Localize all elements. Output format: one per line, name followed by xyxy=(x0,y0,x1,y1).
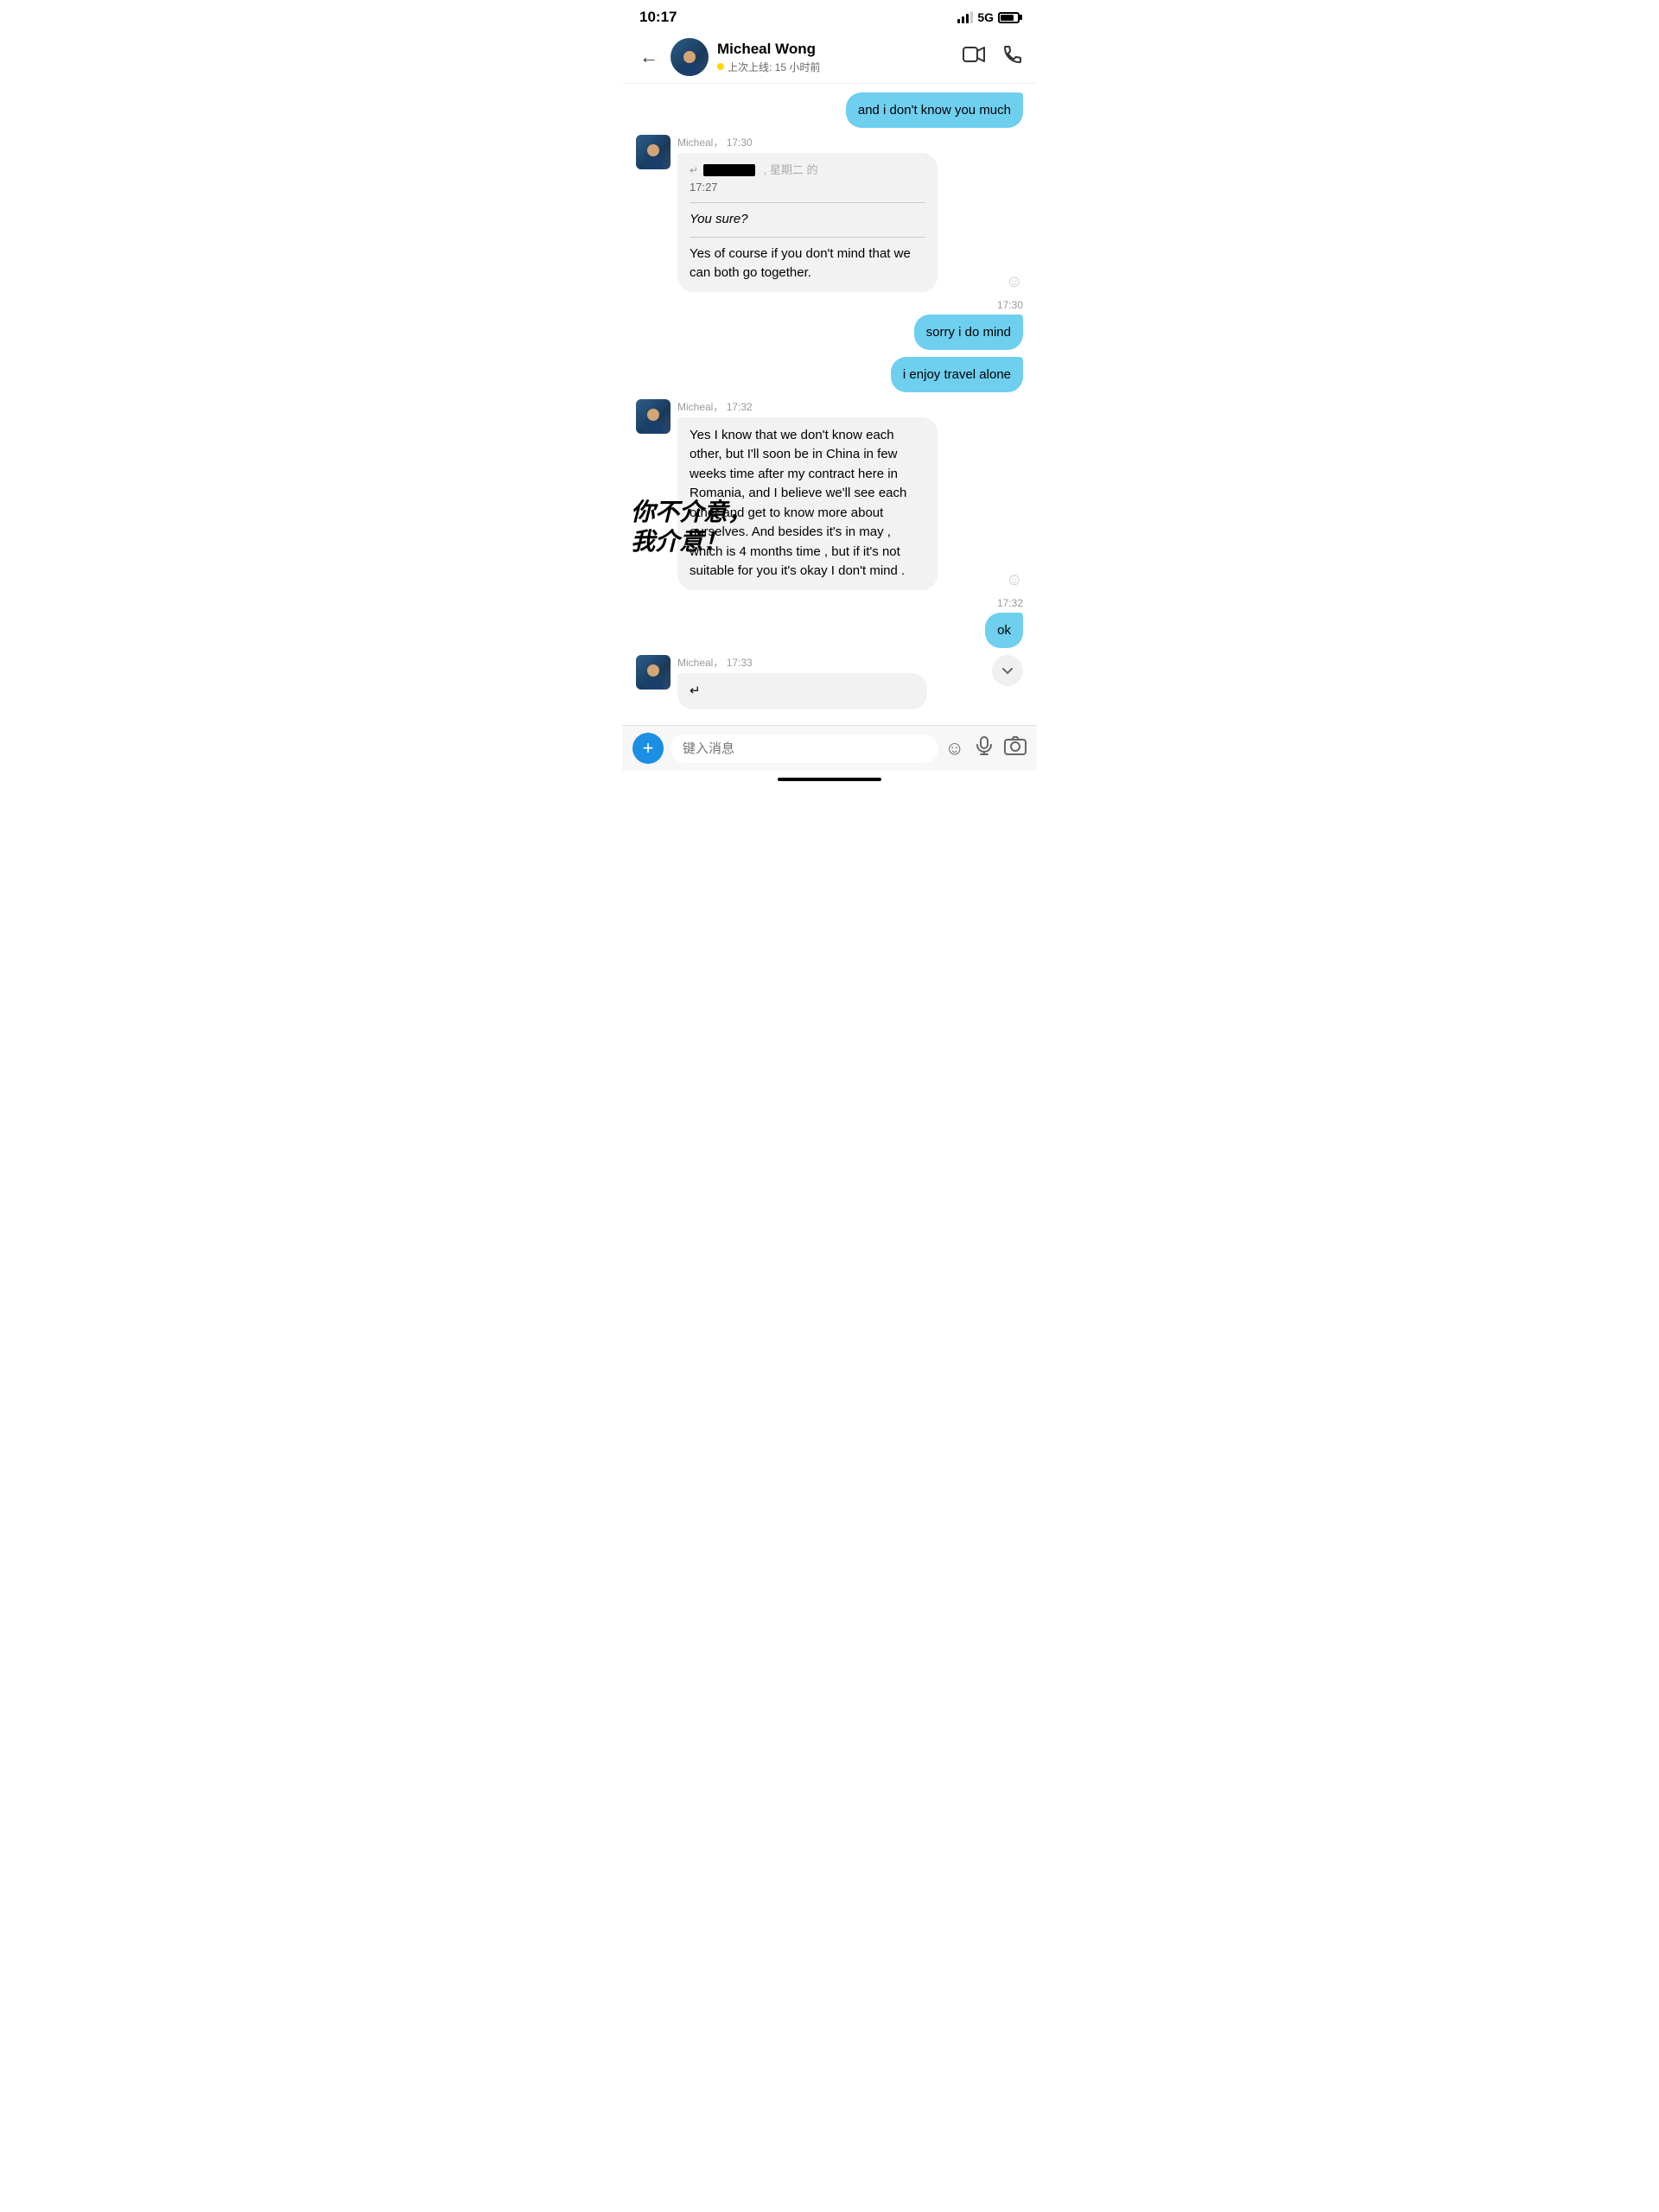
timestamp-1730: 17:30 xyxy=(636,299,1023,311)
contact-status: 上次上线: 15 小时前 xyxy=(717,60,954,74)
bubble-sent-1: and i don't know you much xyxy=(846,92,1023,128)
input-bar: + ☺ xyxy=(622,725,1037,771)
back-button[interactable]: ← xyxy=(636,42,662,72)
bubble-received-2: ↵ , 星期二 的 17:27 You sure? Yes of course … xyxy=(677,153,938,292)
phone-call-icon[interactable] xyxy=(1002,44,1023,70)
avatar-figure xyxy=(671,38,709,76)
last-seen-text: 上次上线: 15 小时前 xyxy=(728,60,820,74)
mic-icon[interactable] xyxy=(975,736,994,760)
av-head-9 xyxy=(647,664,659,677)
nav-actions xyxy=(963,44,1023,70)
contact-name: Micheal Wong xyxy=(717,41,954,58)
av-head-2 xyxy=(647,144,659,156)
add-icon: + xyxy=(643,737,654,760)
redacted-text: , 星期二 的 xyxy=(760,162,817,179)
av-body-2 xyxy=(644,157,663,169)
bubble-received-9: ↵ xyxy=(677,673,927,710)
bubble-sent-4: sorry i do mind xyxy=(914,315,1023,350)
emoji-icon-2[interactable]: ☺ xyxy=(1006,272,1023,292)
home-indicator xyxy=(622,771,1037,785)
sender-avatar-2 xyxy=(636,135,671,169)
avatar-fig-2 xyxy=(636,135,671,169)
message-sent-4: sorry i do mind xyxy=(636,315,1023,350)
bubble-text-body: Yes of course if you don't mind that we … xyxy=(690,245,925,283)
status-time: 10:17 xyxy=(639,9,677,26)
redacted-block xyxy=(703,164,755,176)
msg-time-6: 17:32 xyxy=(727,401,753,413)
home-bar xyxy=(778,778,881,781)
bubble-text-italic: You sure? xyxy=(690,210,925,230)
message-received-6: Micheal， 17:32 Yes I know that we don't … xyxy=(636,399,1023,590)
quoted-meta-2: ↵ , 星期二 的 xyxy=(690,162,925,179)
sender-name-2: Micheal， xyxy=(677,137,723,149)
bubble-sent-8: ok xyxy=(985,613,1023,648)
signal-icon xyxy=(957,11,973,23)
bubble-wrapper-2: Micheal， 17:30 ↵ , 星期二 的 17:27 You sure?… xyxy=(677,135,995,292)
message-sent-5: i enjoy travel alone xyxy=(636,357,1023,392)
quoted-time: 17:27 xyxy=(690,179,925,196)
scroll-down-button[interactable] xyxy=(992,655,1023,686)
video-call-icon[interactable] xyxy=(963,46,985,68)
msg-meta-9: Micheal， 17:33 xyxy=(677,655,982,670)
av-body-9 xyxy=(644,677,663,690)
online-dot xyxy=(717,63,724,70)
quoted-sender: ↵ xyxy=(690,162,698,178)
emoji-icon-6[interactable]: ☺ xyxy=(1006,570,1023,590)
message-received-2: Micheal， 17:30 ↵ , 星期二 的 17:27 You sure?… xyxy=(636,135,1023,292)
nav-bar: ← Micheal Wong 上次上线: 15 小时前 xyxy=(622,31,1037,84)
sender-avatar-9 xyxy=(636,655,671,690)
add-button[interactable]: + xyxy=(632,733,664,764)
sender-name-6: Micheal， xyxy=(677,401,723,413)
message-sent-1: and i don't know you much xyxy=(636,92,1023,128)
avatar-fig-9 xyxy=(636,655,671,690)
status-icons: 5G xyxy=(957,10,1020,24)
bubble-wrapper-9: Micheal， 17:33 ↵ xyxy=(677,655,982,710)
camera-icon[interactable] xyxy=(1004,736,1027,760)
bubble-received-6: Yes I know that we don't know each other… xyxy=(677,417,938,590)
bubble-sent-5: i enjoy travel alone xyxy=(891,357,1023,392)
msg-time-2: 17:30 xyxy=(727,137,753,149)
contact-info: Micheal Wong 上次上线: 15 小时前 xyxy=(717,41,954,74)
emoji-input-icon[interactable]: ☺ xyxy=(945,737,964,760)
sender-name-9: Micheal， xyxy=(677,657,723,669)
msg-meta-2: Micheal， 17:30 xyxy=(677,135,995,149)
bubble-wrapper-6: Micheal， 17:32 Yes I know that we don't … xyxy=(677,399,995,590)
timestamp-1732: 17:32 xyxy=(636,597,1023,609)
sender-avatar-6 xyxy=(636,399,671,434)
avatar-head xyxy=(683,51,696,63)
battery-icon xyxy=(998,12,1020,23)
avatar-body xyxy=(680,64,699,76)
network-label: 5G xyxy=(977,10,994,24)
message-sent-8: ok xyxy=(636,613,1023,648)
chat-area: 你不介意， 我介意！ and i don't know you much Mic… xyxy=(622,84,1037,725)
msg-time-9: 17:33 xyxy=(727,657,753,669)
input-actions: ☺ xyxy=(945,736,1027,760)
av-body-6 xyxy=(644,422,663,434)
avatar-fig-6 xyxy=(636,399,671,434)
quoted-msg-2: ↵ , 星期二 的 17:27 xyxy=(690,162,925,203)
av-head-6 xyxy=(647,409,659,421)
status-bar: 10:17 5G xyxy=(622,0,1037,31)
contact-avatar xyxy=(671,38,709,76)
message-input[interactable] xyxy=(671,734,938,763)
msg-meta-6: Micheal， 17:32 xyxy=(677,399,995,414)
message-received-9: Micheal， 17:33 ↵ xyxy=(636,655,1023,710)
